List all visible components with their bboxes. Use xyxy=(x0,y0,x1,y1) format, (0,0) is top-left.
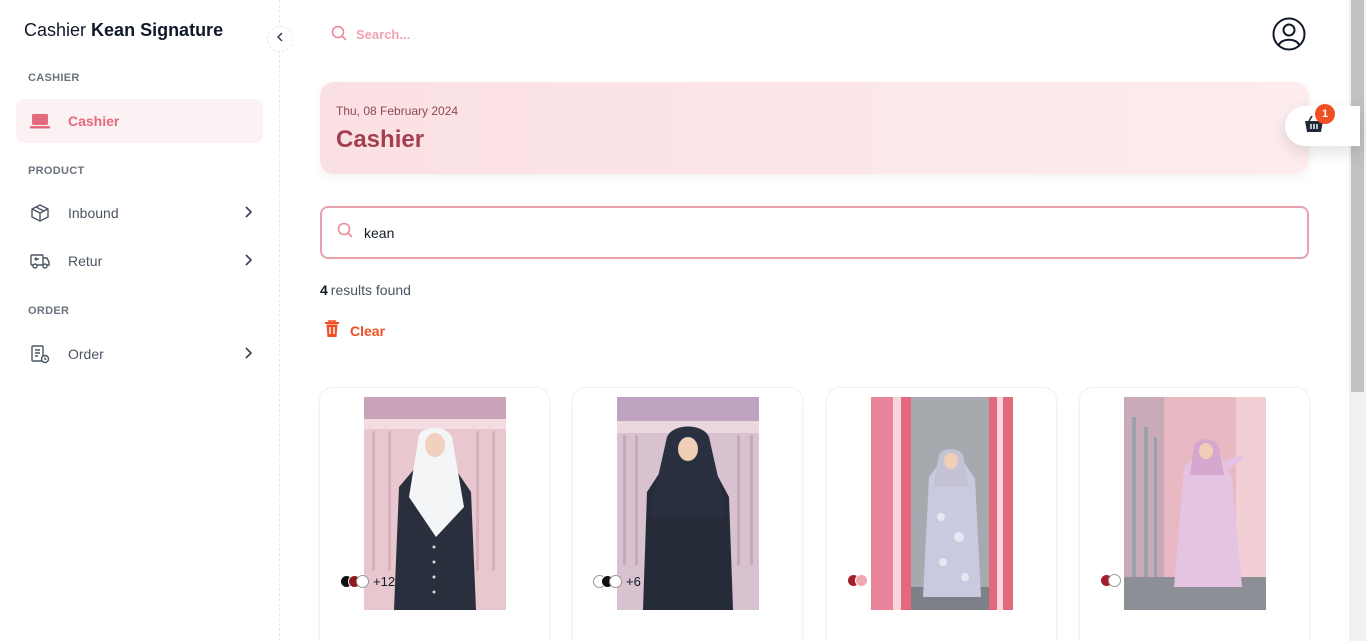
brand-name: Kean Signature xyxy=(91,20,224,40)
sidebar-item-retur[interactable]: Retur xyxy=(16,239,263,283)
sidebar-item-label: Order xyxy=(68,346,104,362)
section-label-cashier: CASHIER xyxy=(28,72,80,84)
chevron-right-icon xyxy=(243,253,253,270)
product-card[interactable]: +6 xyxy=(572,387,803,641)
page-scrollbar[interactable] xyxy=(1349,0,1366,641)
truck-return-icon xyxy=(30,251,50,271)
sidebar-item-label: Cashier xyxy=(68,113,120,129)
page-header-card: Thu, 08 February 2024 Cashier xyxy=(320,82,1309,174)
color-swatch[interactable] xyxy=(609,575,622,588)
product-photo xyxy=(871,397,1013,610)
scrollbar-thumb[interactable] xyxy=(1351,0,1364,392)
search-icon xyxy=(336,221,354,244)
user-circle-icon xyxy=(1272,17,1306,51)
sidebar: Cashier Kean Signature CASHIER Cashier P… xyxy=(0,0,280,641)
clear-label: Clear xyxy=(350,322,386,339)
product-search-input[interactable] xyxy=(364,224,1264,241)
page-title: Cashier xyxy=(336,126,425,153)
chevron-left-icon xyxy=(276,30,284,48)
box-icon xyxy=(30,203,50,223)
color-swatches xyxy=(847,574,872,587)
trash-icon xyxy=(324,320,340,341)
section-label-product: PRODUCT xyxy=(28,165,85,177)
top-search[interactable]: Search... xyxy=(330,24,410,45)
order-list-icon xyxy=(30,344,50,364)
more-colors-count: +6 xyxy=(626,574,641,589)
sidebar-collapse-button[interactable] xyxy=(267,26,293,52)
product-card[interactable] xyxy=(826,387,1057,641)
header-date: Thu, 08 February 2024 xyxy=(336,104,459,118)
chevron-right-icon xyxy=(243,205,253,222)
cart-count-badge: 1 xyxy=(1315,104,1335,124)
product-photo xyxy=(1124,397,1266,610)
product-card[interactable] xyxy=(1079,387,1310,641)
product-search-box xyxy=(320,206,1309,259)
results-text: results found xyxy=(330,282,411,298)
brand-title: Cashier Kean Signature xyxy=(24,20,223,41)
clear-button[interactable]: Clear xyxy=(324,320,385,341)
color-swatches: +6 xyxy=(593,574,641,589)
sidebar-item-label: Retur xyxy=(68,253,103,269)
search-icon xyxy=(330,24,348,45)
section-label-order: ORDER xyxy=(28,305,70,317)
color-swatch[interactable] xyxy=(1108,574,1121,587)
color-swatches xyxy=(1100,574,1125,587)
top-search-placeholder: Search... xyxy=(356,27,411,42)
product-card[interactable]: +12 xyxy=(319,387,550,641)
color-swatches: +12 xyxy=(340,574,395,589)
app-root: Cashier Kean Signature CASHIER Cashier P… xyxy=(0,0,1366,641)
cart-button[interactable]: 1 xyxy=(1285,104,1360,146)
results-count: 4 results found xyxy=(320,282,411,298)
color-swatch[interactable] xyxy=(855,574,868,587)
chevron-right-icon xyxy=(243,346,253,363)
sidebar-item-label: Inbound xyxy=(68,205,119,221)
user-avatar-button[interactable] xyxy=(1272,17,1306,51)
color-swatch[interactable] xyxy=(356,575,369,588)
sidebar-item-order[interactable]: Order xyxy=(16,332,263,376)
sidebar-item-cashier[interactable]: Cashier xyxy=(16,99,263,143)
more-colors-count: +12 xyxy=(373,574,396,589)
results-number: 4 xyxy=(320,282,328,298)
sidebar-item-inbound[interactable]: Inbound xyxy=(16,191,263,235)
brand-prefix: Cashier xyxy=(24,20,87,40)
laptop-icon xyxy=(30,111,50,131)
